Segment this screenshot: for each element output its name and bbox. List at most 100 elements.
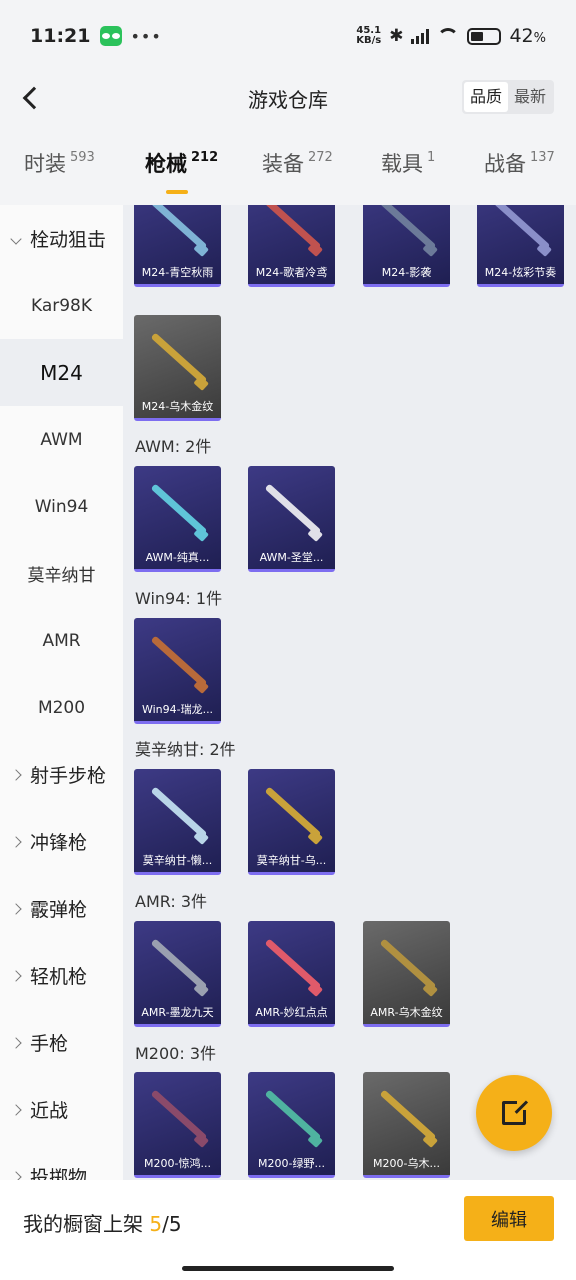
weapon-image: [150, 786, 208, 839]
weapon-image: [493, 205, 551, 251]
skin-card[interactable]: AWM-纯真...: [134, 466, 221, 572]
weapon-image: [379, 938, 437, 991]
tab-label: 载具: [381, 152, 423, 176]
sidebar-item-m24[interactable]: M24: [0, 339, 123, 406]
tab-label: 装备: [262, 152, 304, 176]
sidebar-item-label: 投掷物: [30, 1167, 88, 1180]
edit-button[interactable]: 编辑: [464, 1196, 554, 1241]
skin-card[interactable]: M200-绿野...: [248, 1072, 335, 1178]
skin-card[interactable]: M200-乌木...: [363, 1072, 450, 1178]
sidebar-group-smg[interactable]: 冲锋枪: [0, 808, 123, 875]
tab-label: 枪械: [145, 152, 187, 176]
weapon-image: [150, 635, 208, 688]
weapon-image: [264, 938, 322, 991]
skin-card[interactable]: M24-青空秋雨: [134, 205, 221, 287]
sidebar-item-awm[interactable]: AWM: [0, 406, 123, 473]
sort-latest-button[interactable]: 最新: [508, 82, 552, 112]
sidebar-item-label: 冲锋枪: [30, 832, 88, 854]
weapon-image: [264, 1089, 322, 1142]
sidebar-item-win94[interactable]: Win94: [0, 473, 123, 540]
sidebar-group-throwables[interactable]: 投掷物: [0, 1143, 123, 1180]
battery-value: 42: [509, 25, 534, 47]
skin-card[interactable]: M24-影袭: [363, 205, 450, 287]
skin-card[interactable]: AMR-妙红点点: [248, 921, 335, 1027]
chevron-right-icon: [10, 1036, 22, 1049]
skin-card[interactable]: Win94-瑞龙...: [134, 618, 221, 724]
sidebar-item-m200[interactable]: M200: [0, 674, 123, 741]
sidebar-group-marksman[interactable]: 射手步枪: [0, 741, 123, 808]
weapon-image: [379, 205, 437, 251]
sidebar-group-pistol[interactable]: 手枪: [0, 1009, 123, 1076]
sidebar-group-bolt-action[interactable]: 栓动狙击: [0, 205, 123, 272]
skin-name: M24-歌者冷鸢: [255, 266, 328, 279]
weapon-image: [150, 938, 208, 991]
sidebar-group-shotgun[interactable]: 霰弹枪: [0, 875, 123, 942]
section-header-win94: Win94: 1件: [135, 589, 223, 608]
tab-label: 战备: [484, 152, 526, 176]
showcase-current-count: 5: [149, 1212, 163, 1236]
sidebar-item-mosin-nagant[interactable]: 莫辛纳甘: [0, 540, 123, 607]
skin-card[interactable]: 莫辛纳甘-懒...: [134, 769, 221, 875]
tab-equipment[interactable]: 装备 272: [262, 148, 333, 178]
weapon-image: [150, 205, 208, 251]
back-button[interactable]: [14, 82, 46, 114]
section-header-mosin-nagant: 莫辛纳甘: 2件: [135, 740, 236, 759]
status-indicators: 45.1 KB/s ✱ 42%: [356, 25, 546, 47]
chevron-right-icon: [10, 1170, 22, 1180]
tab-label: 时装: [24, 152, 66, 176]
skin-name: AMR-妙红点点: [255, 1006, 328, 1019]
skin-name: 莫辛纳甘-懒...: [142, 854, 213, 867]
tab-supplies[interactable]: 战备 137: [484, 148, 555, 178]
skin-card[interactable]: M24-乌木金纹: [134, 315, 221, 421]
category-tabs: 时装 593 枪械 212 装备 272 载具 1 战备 137: [0, 148, 576, 196]
weapon-skin-grid: M24-青空秋雨 M24-歌者冷鸢 M24-影袭 M24-炫彩节奏 M24-乌木…: [123, 205, 576, 1180]
tab-count: 1: [427, 150, 436, 165]
weapon-image: [150, 1089, 208, 1142]
skin-name: M24-炫彩节奏: [484, 266, 557, 279]
back-arrow-icon: [22, 86, 46, 110]
weapon-image: [150, 332, 208, 385]
skin-name: AWM-纯真...: [145, 551, 210, 564]
wechat-icon: [100, 26, 123, 46]
sidebar-item-kar98k[interactable]: Kar98K: [0, 272, 123, 339]
skin-card[interactable]: AMR-墨龙九天: [134, 921, 221, 1027]
skin-name: AMR-乌木金纹: [370, 1006, 443, 1019]
sort-quality-button[interactable]: 品质: [463, 82, 508, 112]
bluetooth-icon: ✱: [389, 26, 404, 46]
sidebar-item-amr[interactable]: AMR: [0, 607, 123, 674]
tab-count: 272: [308, 150, 333, 165]
battery-icon: [467, 27, 502, 45]
battery-unit: %: [533, 31, 546, 46]
cellular-signal-icon: [411, 28, 430, 44]
weapon-image: [379, 1089, 437, 1142]
tab-count: 137: [530, 150, 555, 165]
section-header-amr: AMR: 3件: [135, 892, 208, 911]
skin-card[interactable]: M200-惊鸿...: [134, 1072, 221, 1178]
skin-card[interactable]: 莫辛纳甘-乌...: [248, 769, 335, 875]
tab-vehicles[interactable]: 载具 1: [381, 148, 435, 178]
sidebar-item-label: 轻机枪: [30, 966, 88, 988]
sidebar-item-label: 近战: [30, 1100, 69, 1122]
section-header-m200: M200: 3件: [135, 1044, 217, 1063]
sidebar-group-melee[interactable]: 近战: [0, 1076, 123, 1143]
skin-name: M200-乌木...: [373, 1157, 440, 1170]
share-external-icon: [502, 1098, 529, 1125]
skin-name: M200-惊鸿...: [144, 1157, 211, 1170]
skin-card[interactable]: M24-炫彩节奏: [477, 205, 564, 287]
share-floating-button[interactable]: [476, 1075, 552, 1151]
skin-name: AMR-墨龙九天: [141, 1006, 214, 1019]
tab-firearms[interactable]: 枪械 212: [145, 148, 218, 178]
skin-name: M24-影袭: [381, 266, 432, 279]
chevron-right-icon: [10, 835, 22, 848]
chevron-right-icon: [10, 768, 22, 781]
home-indicator[interactable]: [182, 1266, 394, 1271]
skin-card[interactable]: AMR-乌木金纹: [363, 921, 450, 1027]
skin-card[interactable]: AWM-圣堂...: [248, 466, 335, 572]
tab-count: 212: [191, 150, 219, 165]
skin-name: M24-乌木金纹: [141, 400, 214, 413]
weapon-image: [150, 483, 208, 536]
weapon-image: [264, 786, 322, 839]
sidebar-group-lmg[interactable]: 轻机枪: [0, 942, 123, 1009]
skin-card[interactable]: M24-歌者冷鸢: [248, 205, 335, 287]
tab-fashion[interactable]: 时装 593: [24, 148, 95, 178]
